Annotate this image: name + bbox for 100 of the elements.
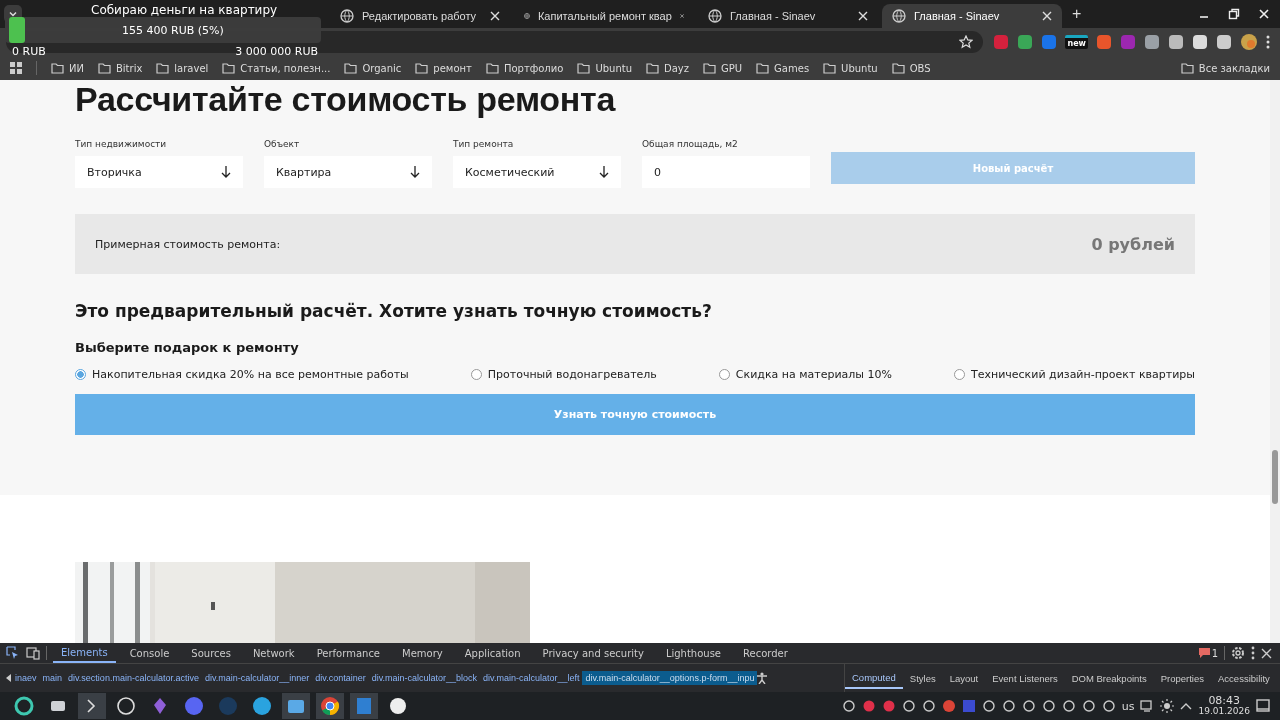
bookmark-folder[interactable]: ремонт [415,62,472,74]
field-label: Общая площадь, м2 [642,139,739,150]
issues-badge[interactable]: 1 [1198,647,1218,659]
tray-icon[interactable] [921,699,936,713]
tray-icon[interactable] [981,699,996,713]
sidebar-tab[interactable]: Computed [845,667,903,689]
bookmark-folder[interactable]: Dayz [646,62,689,74]
apps-icon[interactable] [10,62,22,74]
devtools-tab[interactable]: Elements [53,643,116,663]
arrow-down-icon [599,166,609,178]
breadcrumb[interactable]: div.section.main-calculator.active [65,671,202,685]
extension-icon[interactable] [1168,34,1184,50]
extension-icon[interactable] [1144,34,1160,50]
more-icon[interactable] [1251,646,1255,660]
network-icon[interactable] [1140,699,1155,713]
field-label: Тип недвижимости [75,139,168,150]
extension-button[interactable]: new [1065,35,1088,49]
caret-up-icon[interactable] [1180,702,1193,710]
question-heading: Это предварительный расчёт. Хотите узнать точную стоимость? [75,300,713,322]
sidebar-tab[interactable]: Properties [1153,667,1212,689]
field-label: Объект [264,139,301,150]
devtools-tab[interactable]: Console [121,643,178,663]
avatar-icon[interactable] [1240,33,1258,51]
scroll-left-icon[interactable] [6,674,12,682]
restore-icon[interactable] [1228,8,1240,20]
keyboard-layout[interactable]: us [1121,699,1135,713]
devtools-tab[interactable]: Performance [308,643,389,663]
devtools-tab[interactable]: Recorder [735,643,796,663]
scrollbar[interactable] [1270,80,1280,643]
tray-icon[interactable] [1101,699,1116,713]
input-field[interactable]: 0 [642,156,810,188]
star-icon[interactable] [959,35,974,49]
tray-icon[interactable] [1041,699,1056,713]
bookmark-folder[interactable]: Organic [344,62,402,74]
clock[interactable]: 08:43 19.01.2026 [1198,695,1250,717]
breadcrumb[interactable]: div.main-calculator__options.p-form__inpu [582,671,758,685]
extension-icon[interactable] [1192,34,1208,50]
extension-icon[interactable] [1017,34,1034,50]
bookmark-folder[interactable]: Bitrix [97,62,143,74]
bookmark-folder[interactable]: GPU [703,62,743,74]
select-field[interactable]: Косметический [453,156,621,188]
select-field[interactable]: Квартира [264,156,432,188]
settings-icon[interactable] [1231,646,1245,660]
bookmark-folder[interactable]: Портфолио [485,62,564,74]
folder-icon [415,62,429,74]
bookmark-folder[interactable]: Games [756,62,810,74]
bookmark-folder[interactable]: Статьи, полезн... [222,62,331,74]
devtools-tab[interactable]: Sources [183,643,239,663]
new-tab-button[interactable]: + [1066,5,1088,23]
breadcrumb[interactable]: inaev [12,671,40,685]
sidebar-tab[interactable]: DOM Breakpoints [1064,667,1154,689]
brightness-icon[interactable] [1160,699,1175,713]
tab-title: Капитальный ремонт квар [537,10,672,22]
extension-icon[interactable] [1216,34,1232,50]
radio-button[interactable] [75,369,86,380]
tray-icon[interactable] [1021,699,1036,713]
radio-button[interactable] [718,369,730,380]
devtools-tab[interactable]: Privacy and security [534,643,652,663]
accessibility-icon[interactable] [757,672,768,684]
taskbar-app-icon[interactable] [316,693,344,719]
breadcrumb[interactable]: div.container [312,671,369,685]
browser-tab[interactable]: Главная - Sinaev [882,4,1062,28]
tab-title: Главная - Sinaev [730,10,817,22]
tray-icon[interactable] [1081,699,1096,713]
devtools-tab[interactable]: Memory [394,643,451,663]
folder-icon [823,62,837,74]
tray-icon[interactable] [841,699,856,713]
sidebar-tab[interactable]: Layout [942,667,986,689]
browser-tab[interactable]: Главная - Sinaev [698,4,878,28]
sidebar-tab[interactable]: Event Listeners [985,667,1065,689]
progress-max: 3 000 000 RUB [235,45,318,58]
sidebar-tab[interactable]: Styles [902,667,943,689]
bookmark-folder[interactable]: Все закладки [1180,62,1270,74]
breadcrumb[interactable]: div.main-calculator__left [480,671,583,685]
sidebar-tab[interactable]: Accessibility [1211,667,1277,689]
radio-button[interactable] [953,369,965,380]
folder-icon [577,62,591,74]
devtools-tab[interactable]: Network [244,643,303,663]
bookmark-folder[interactable]: Ubuntu [823,62,878,74]
tray-icon[interactable] [901,699,916,713]
menu-icon[interactable] [1266,35,1270,49]
device-icon[interactable] [26,646,40,660]
folder-icon [156,62,170,74]
inspect-icon[interactable] [6,646,20,660]
breadcrumb[interactable]: main [39,671,66,685]
select-field[interactable]: Вторичка [75,156,243,188]
radio-button[interactable] [470,369,482,380]
browser-tab[interactable]: Редактировать работу [330,4,510,28]
devtools-tab[interactable]: Lighthouse [657,643,729,663]
bookmark-folder[interactable]: laravel [156,62,209,74]
bookmark-folder[interactable]: OBS [891,62,931,74]
breadcrumb[interactable]: div.main-calculator__inner [201,671,313,685]
breadcrumb[interactable]: div.main-calculator__block [368,671,481,685]
show-desktop-icon[interactable] [1256,699,1270,713]
devtools-tab[interactable]: Application [456,643,529,663]
bookmark-folder[interactable]: ИИ [51,62,84,74]
browser-tab[interactable]: Капитальный ремонт квар [514,4,694,28]
tray-icon[interactable] [1061,699,1076,713]
bookmark-folder[interactable]: Ubuntu [577,62,632,74]
tray-icon[interactable] [1001,699,1016,713]
